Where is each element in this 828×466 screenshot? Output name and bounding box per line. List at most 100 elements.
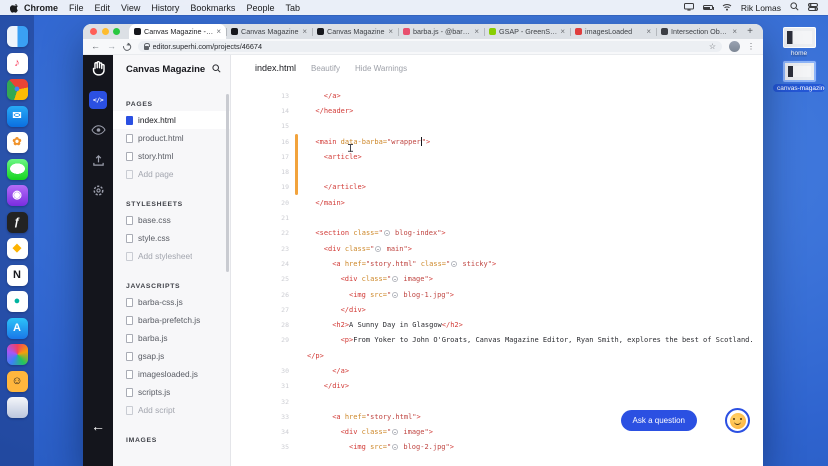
- display-icon[interactable]: [684, 3, 694, 13]
- menu-item-bookmarks[interactable]: Bookmarks: [190, 3, 235, 13]
- menu-item-chrome[interactable]: Chrome: [24, 3, 58, 13]
- file-item-gsap.js[interactable]: gsap.js: [113, 347, 230, 365]
- file-item-style.css[interactable]: style.css: [113, 229, 230, 247]
- dock-icon-trash[interactable]: [7, 397, 28, 418]
- hide-warnings-button[interactable]: Hide Warnings: [355, 64, 407, 73]
- file-item-imagesloaded.js[interactable]: imagesloaded.js: [113, 365, 230, 383]
- tab-close-icon[interactable]: ×: [560, 28, 565, 36]
- file-item-barba-prefetch.js[interactable]: barba-prefetch.js: [113, 311, 230, 329]
- code-line[interactable]: 19</article>: [231, 180, 763, 195]
- code-line[interactable]: 21: [231, 210, 763, 225]
- file-item-story.html[interactable]: story.html: [113, 147, 230, 165]
- tab-close-icon[interactable]: ×: [216, 28, 221, 36]
- new-tab-button[interactable]: +: [742, 24, 758, 39]
- reload-icon[interactable]: [122, 41, 132, 51]
- browser-menu-icon[interactable]: ⋮: [747, 43, 755, 51]
- beautify-button[interactable]: Beautify: [311, 64, 340, 73]
- dock-icon-figma[interactable]: ƒ: [7, 212, 28, 233]
- file-panel-scrollbar[interactable]: [226, 94, 229, 272]
- tab-close-icon[interactable]: ×: [302, 28, 307, 36]
- tab-close-icon[interactable]: ×: [732, 28, 737, 36]
- menu-item-view[interactable]: View: [121, 3, 140, 13]
- code-line[interactable]: 27</div>: [231, 302, 763, 317]
- file-item-index.html[interactable]: index.html: [113, 111, 230, 129]
- bookmark-star-icon[interactable]: ☆: [709, 43, 716, 51]
- file-item-barba-css.js[interactable]: barba-css.js: [113, 293, 230, 311]
- file-item-scripts.js[interactable]: scripts.js: [113, 383, 230, 401]
- control-center-icon[interactable]: [808, 3, 818, 13]
- code-line[interactable]: 16<main data-barba="wrapper">: [231, 134, 763, 149]
- add-item-button[interactable]: Add page: [113, 165, 230, 183]
- forward-nav-icon[interactable]: →: [107, 42, 116, 51]
- code-line[interactable]: 25<div class=" image">: [231, 272, 763, 287]
- browser-tab[interactable]: Intersection Observer API×: [656, 24, 742, 39]
- chat-smiley-button[interactable]: [725, 408, 750, 433]
- dock-icon-chrome[interactable]: ●: [7, 79, 28, 100]
- ask-question-button[interactable]: Ask a question: [621, 410, 697, 431]
- menu-item-people[interactable]: People: [246, 3, 274, 13]
- settings-gear-button[interactable]: [89, 181, 107, 199]
- code-line[interactable]: 18: [231, 164, 763, 179]
- minimize-window-button[interactable]: [102, 28, 109, 35]
- menu-username[interactable]: Rik Lomas: [741, 3, 781, 13]
- tab-close-icon[interactable]: ×: [474, 28, 479, 36]
- browser-tab[interactable]: Canvas Magazine×: [226, 24, 312, 39]
- zoom-window-button[interactable]: [113, 28, 120, 35]
- code-line[interactable]: 17<article>: [231, 149, 763, 164]
- battery-icon[interactable]: [703, 5, 713, 10]
- dock-icon-color-wheel[interactable]: [7, 344, 28, 365]
- dock-icon-evernote[interactable]: ●: [7, 291, 28, 312]
- code-line[interactable]: 32: [231, 394, 763, 409]
- code-line[interactable]: 31</div>: [231, 379, 763, 394]
- browser-tab[interactable]: imagesLoaded×: [570, 24, 656, 39]
- code-line[interactable]: 26<img src=" blog-1.jpg">: [231, 287, 763, 302]
- superhi-logo-icon[interactable]: [90, 60, 107, 82]
- dock-icon-superhi[interactable]: ☺: [7, 371, 28, 392]
- wifi-icon[interactable]: [722, 3, 732, 13]
- browser-tab[interactable]: barba.js - @barba/core×: [398, 24, 484, 39]
- url-text[interactable]: editor.superhi.com/projects/46674: [153, 42, 263, 51]
- code-line[interactable]: 28<h2>A Sunny Day in Glasgow</h2>: [231, 317, 763, 332]
- desktop-icon-canvas-magazine[interactable]: canvas-magazine: [773, 61, 825, 92]
- dock-icon-finder[interactable]: [7, 26, 28, 47]
- menu-item-history[interactable]: History: [151, 3, 179, 13]
- code-line[interactable]: 15: [231, 119, 763, 134]
- preview-eye-button[interactable]: [89, 121, 107, 139]
- code-line[interactable]: 13</a>: [231, 88, 763, 103]
- code-line[interactable]: 35<img src=" blog-2.jpg">: [231, 440, 763, 455]
- browser-tab[interactable]: GSAP - GreenSock×: [484, 24, 570, 39]
- code-line[interactable]: 23<div class=" main">: [231, 241, 763, 256]
- dock-icon-messages[interactable]: [7, 159, 28, 180]
- code-area[interactable]: 13</a>14</header>1516<main data-barba="w…: [231, 81, 763, 455]
- menu-item-tab[interactable]: Tab: [285, 3, 300, 13]
- dock-icon-mail[interactable]: ✉: [7, 106, 28, 127]
- dock-icon-notion[interactable]: N: [7, 265, 28, 286]
- code-line[interactable]: 30</a>: [231, 363, 763, 378]
- file-item-barba.js[interactable]: barba.js: [113, 329, 230, 347]
- back-nav-icon[interactable]: ←: [91, 42, 100, 51]
- file-item-base.css[interactable]: base.css: [113, 211, 230, 229]
- menu-item-file[interactable]: File: [69, 3, 84, 13]
- browser-tab[interactable]: Canvas Magazine×: [312, 24, 398, 39]
- dock-icon-music[interactable]: ♪: [7, 53, 28, 74]
- file-item-product.html[interactable]: product.html: [113, 129, 230, 147]
- publish-upload-button[interactable]: [89, 151, 107, 169]
- code-line[interactable]: 29<p>From Yoker to John O'Groats, Canvas…: [231, 333, 763, 348]
- apple-menu-icon[interactable]: [10, 3, 19, 13]
- dock-icon-sketch[interactable]: ◆: [7, 238, 28, 259]
- dock-icon-app-store[interactable]: A: [7, 318, 28, 339]
- code-line[interactable]: 24<a href="story.html" class=" sticky">: [231, 256, 763, 271]
- code-view-button[interactable]: </>: [89, 91, 107, 109]
- code-line[interactable]: </p>: [231, 348, 763, 363]
- dock-icon-photos[interactable]: ✿: [7, 132, 28, 153]
- code-line[interactable]: 14</header>: [231, 103, 763, 118]
- tab-close-icon[interactable]: ×: [388, 28, 393, 36]
- add-item-button[interactable]: Add script: [113, 401, 230, 419]
- tab-close-icon[interactable]: ×: [646, 28, 651, 36]
- menu-item-edit[interactable]: Edit: [95, 3, 111, 13]
- code-line[interactable]: 20</main>: [231, 195, 763, 210]
- spotlight-icon[interactable]: [790, 2, 799, 13]
- dock-icon-podcasts[interactable]: ◉: [7, 185, 28, 206]
- search-icon[interactable]: [212, 60, 221, 78]
- code-line[interactable]: 22<section class=" blog-index">: [231, 226, 763, 241]
